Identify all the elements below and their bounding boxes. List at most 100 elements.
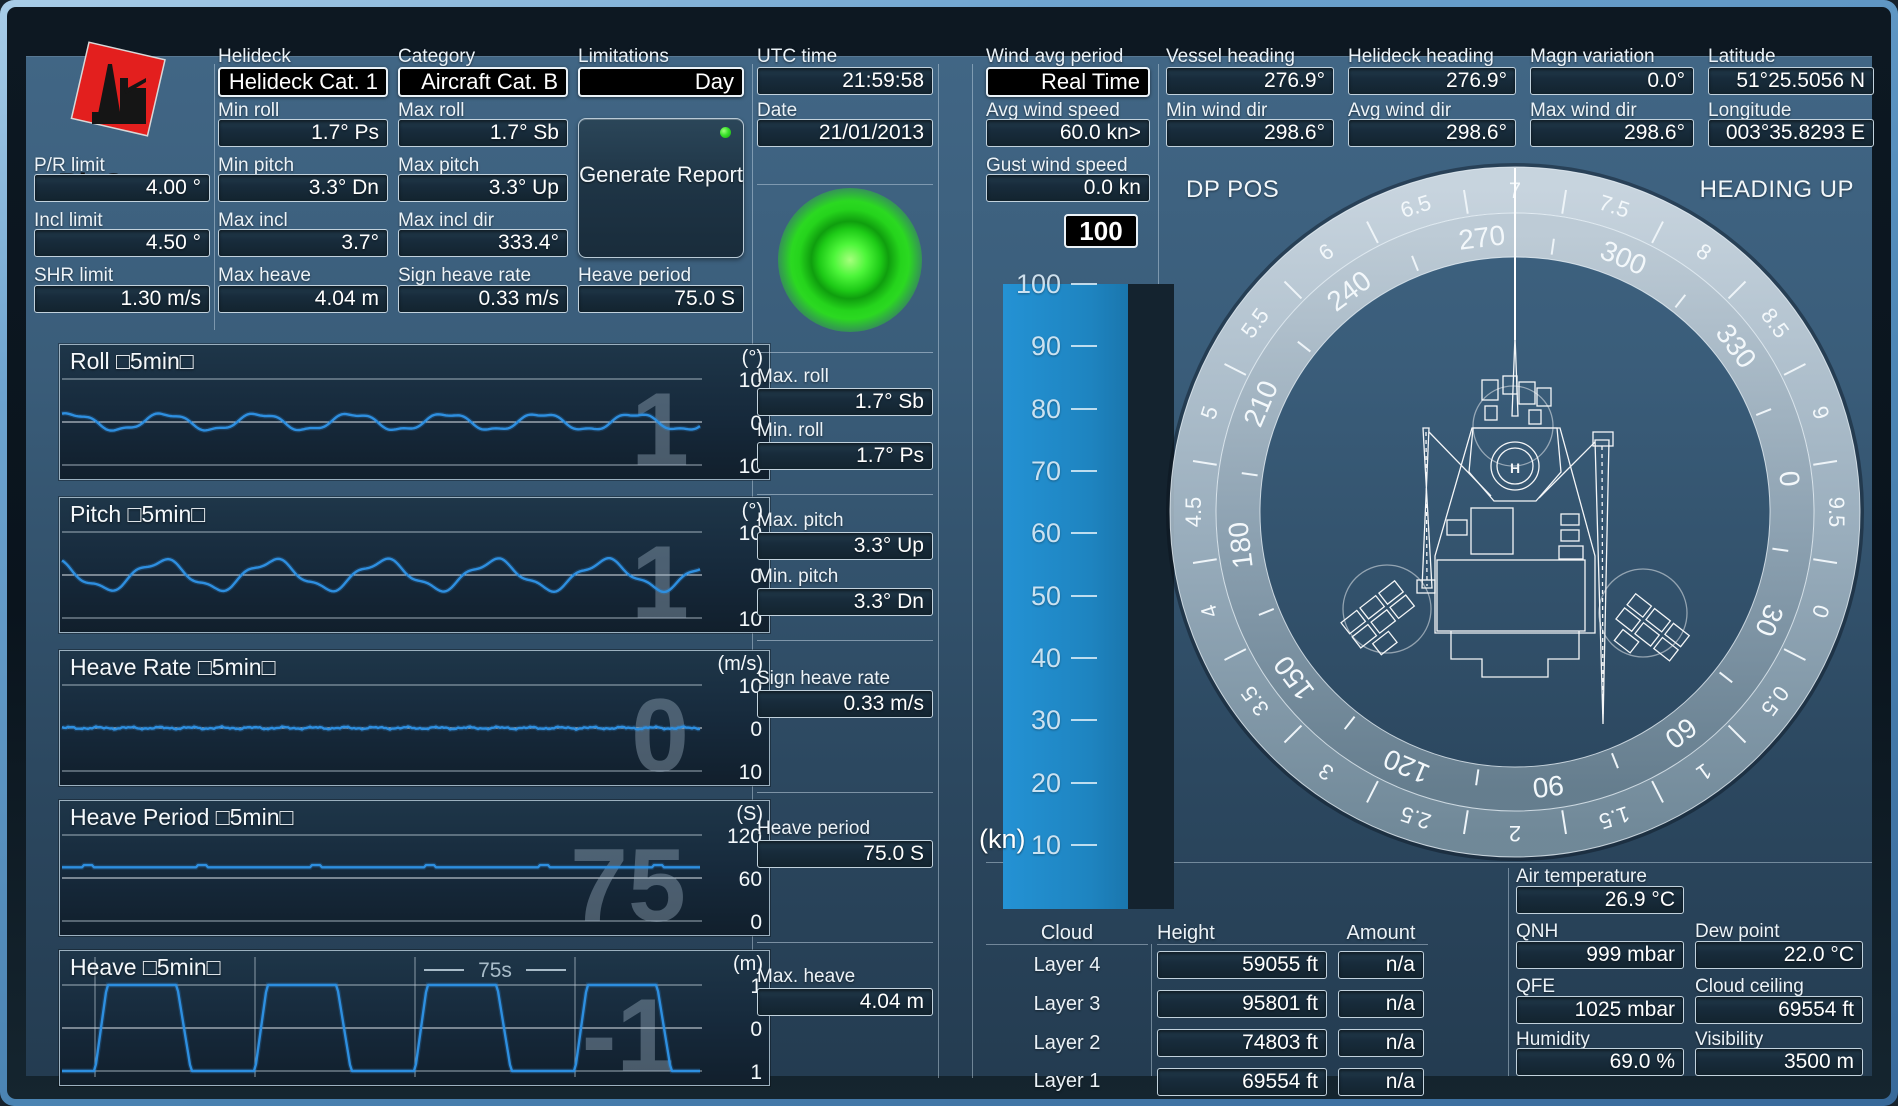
gauge-scale-label: 20 <box>1003 767 1061 799</box>
avg-wind-dir-label: Avg wind dir <box>1348 100 1516 120</box>
dew-point-label: Dew point <box>1695 921 1863 941</box>
gauge-scale-label: 70 <box>1003 455 1061 487</box>
dew-point-value: 22.0 °C <box>1695 941 1863 969</box>
chart-heave-title: Heave □5min□ <box>70 954 221 981</box>
gauge-scale-label: 90 <box>1003 330 1061 362</box>
stat-min-roll-label: Min. roll <box>757 420 933 440</box>
helideck-select[interactable]: Helideck Cat. 1 <box>218 67 388 97</box>
avg-wind-speed-value: 60.0 kn> <box>986 119 1150 147</box>
magn-variation-value: 0.0° <box>1530 67 1694 95</box>
latitude-label: Latitude <box>1708 46 1874 66</box>
gauge-scale-tick <box>1071 470 1097 472</box>
min-pitch-label: Min pitch <box>218 155 388 175</box>
generate-report-label: Generate Report <box>579 162 743 187</box>
chart-roll-title: Roll □5min□ <box>70 348 194 375</box>
chart-heave-unit: (m) <box>733 953 763 976</box>
incl-limit-label: Incl limit <box>34 210 210 230</box>
chart-heave-period-title: Heave Period □5min□ <box>70 804 293 831</box>
max-pitch-label: Max pitch <box>398 155 568 175</box>
wind-avg-period-select[interactable]: Real Time <box>986 67 1150 97</box>
limitations-select[interactable]: Day <box>578 67 744 97</box>
cloud-layer-name: Layer 2 <box>986 1032 1148 1055</box>
gauge-scale-tick <box>1071 408 1097 410</box>
stat-max-roll-label: Max. roll <box>757 366 933 386</box>
sign-heave-rate-label: Sign heave rate <box>398 265 568 285</box>
main-panel: RigStat P/R limit 4.00 ° Incl limit 4.50… <box>26 56 1872 1076</box>
svg-text:0: 0 <box>750 718 762 741</box>
divider <box>757 352 933 353</box>
cloud-column-header: Cloud <box>986 922 1148 945</box>
svg-text:75: 75 <box>570 828 686 933</box>
gauge-scale-label: 80 <box>1003 393 1061 425</box>
chart-heave-rate-title: Heave Rate □5min□ <box>70 654 275 681</box>
svg-text:270: 270 <box>1457 219 1507 255</box>
magn-variation-label: Magn variation <box>1530 46 1694 66</box>
gauge-scale-tick <box>1071 345 1097 347</box>
pr-limit-value: 4.00 ° <box>34 174 210 202</box>
sign-heave-rate-value: 0.33 m/s <box>398 285 568 313</box>
min-wind-dir-label: Min wind dir <box>1166 100 1334 120</box>
utc-time-label: UTC time <box>757 46 933 66</box>
stat-heave-period-label: Heave period <box>757 818 933 838</box>
svg-text:4.5: 4.5 <box>1181 497 1206 528</box>
max-wind-dir-label: Max wind dir <box>1530 100 1694 120</box>
humidity-value: 69.0 % <box>1516 1048 1684 1076</box>
stat-min-pitch-label: Min. pitch <box>757 566 933 586</box>
chart-roll-unit: (°) <box>742 347 763 370</box>
cloud-layer-amount: n/a <box>1338 990 1424 1018</box>
gauge-value-box[interactable]: 100 <box>1064 214 1138 248</box>
cloud-layer-name: Layer 1 <box>986 1070 1148 1093</box>
chart-heave-rate: Heave Rate □5min□ (m/s) 010010 <box>59 650 770 786</box>
rigstat-window: RigStat P/R limit 4.00 ° Incl limit 4.50… <box>0 0 1898 1106</box>
avg-wind-speed-label: Avg wind speed <box>986 100 1150 120</box>
divider <box>757 792 933 793</box>
air-temperature-label: Air temperature <box>1516 866 1684 886</box>
chart-heave-period: Heave Period □5min□ (S) 75120600 <box>59 800 770 936</box>
heave-period-value: 75.0 S <box>578 285 744 313</box>
qfe-label: QFE <box>1516 976 1684 996</box>
max-heave-value: 4.04 m <box>218 285 388 313</box>
helideck-heading-label: Helideck heading <box>1348 46 1516 66</box>
cloud-layer-height: 74803 ft <box>1157 1029 1327 1057</box>
height-column-header: Height <box>1157 922 1327 945</box>
vessel-heading-label: Vessel heading <box>1166 46 1334 66</box>
visibility-label: Visibility <box>1695 1029 1863 1049</box>
gauge-scale-tick <box>1071 719 1097 721</box>
qnh-label: QNH <box>1516 921 1684 941</box>
category-select[interactable]: Aircraft Cat. B <box>398 67 568 97</box>
chart-heave: Heave □5min□ (m) 75s-1101 <box>59 950 770 1086</box>
gauge-unit-label: (kn) <box>979 824 1026 855</box>
generate-report-button[interactable]: Generate Report <box>578 118 744 258</box>
stat-min-pitch-value: 3.3° Dn <box>757 588 933 616</box>
humidity-label: Humidity <box>1516 1029 1684 1049</box>
divider <box>986 944 1148 945</box>
gauge-scale-tick <box>1071 532 1097 534</box>
max-incl-dir-value: 333.4° <box>398 229 568 257</box>
gauge-scale-label: 100 <box>1003 268 1061 300</box>
max-incl-label: Max incl <box>218 210 388 230</box>
divider <box>757 494 933 495</box>
status-light-green <box>778 188 922 332</box>
chart-pitch-unit: (°) <box>742 500 763 523</box>
stat-sign-heave-rate-label: Sign heave rate <box>757 668 933 688</box>
latitude-value: 51°25.5056 N <box>1708 67 1874 95</box>
longitude-label: Longitude <box>1708 100 1874 120</box>
svg-text:1: 1 <box>750 1061 762 1083</box>
qnh-value: 999 mbar <box>1516 941 1684 969</box>
stat-max-heave-label: Max. heave <box>757 966 933 986</box>
heave-period-label: Heave period <box>578 265 744 285</box>
gust-wind-speed-label: Gust wind speed <box>986 155 1150 175</box>
avg-wind-dir-value: 298.6° <box>1348 119 1516 147</box>
chart-pitch-title: Pitch □5min□ <box>70 501 205 528</box>
category-label: Category <box>398 46 568 66</box>
gauge-scale-tick <box>1071 283 1097 285</box>
min-pitch-value: 3.3° Dn <box>218 174 388 202</box>
rigstat-logo <box>62 30 174 170</box>
cloud-layer-height: 95801 ft <box>1157 990 1327 1018</box>
chart-heave-period-unit: (S) <box>736 803 763 826</box>
longitude-value: 003°35.8293 E <box>1708 119 1874 147</box>
min-roll-value: 1.7° Ps <box>218 119 388 147</box>
gust-wind-speed-value: 0.0 kn <box>986 174 1150 202</box>
limitations-label: Limitations <box>578 46 744 66</box>
amount-column-header: Amount <box>1338 922 1424 945</box>
